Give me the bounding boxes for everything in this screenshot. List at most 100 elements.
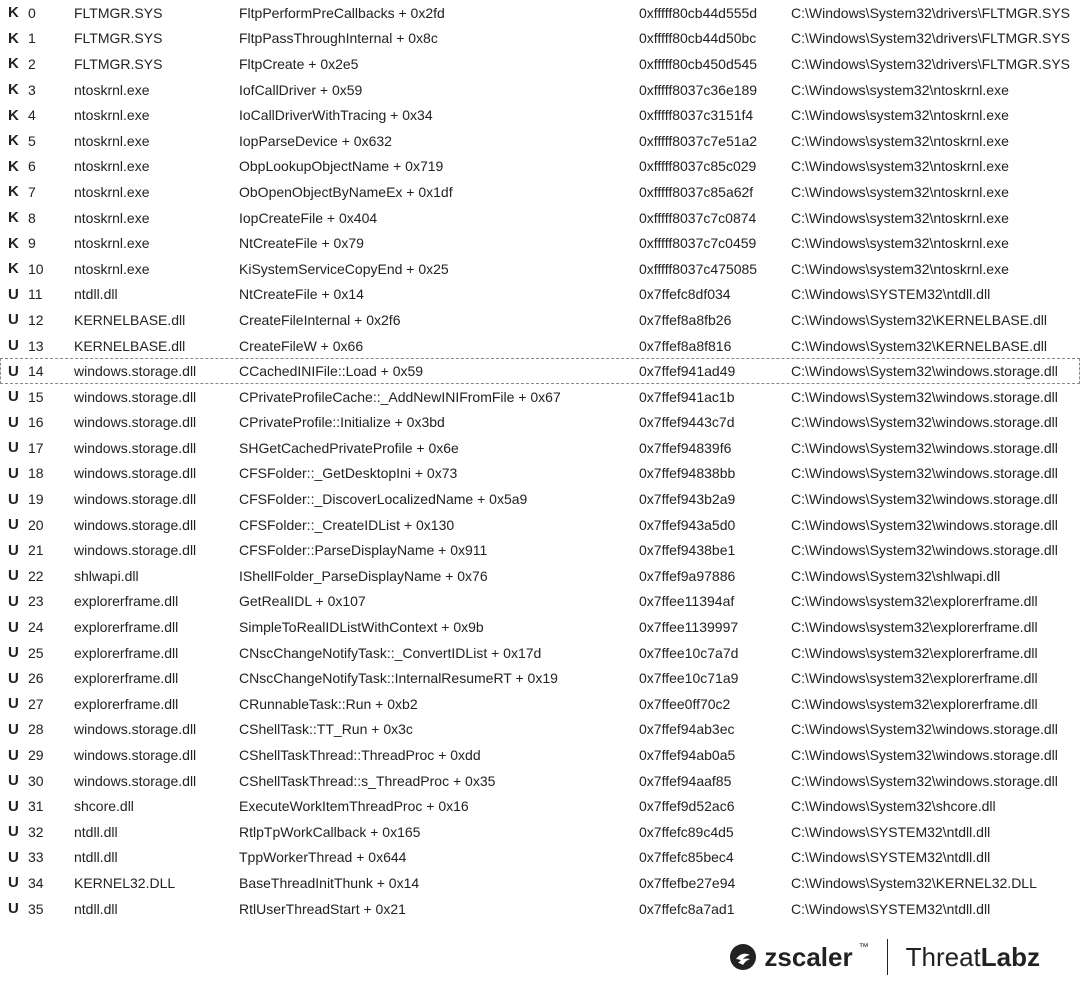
module-cell: explorerframe.dll	[74, 589, 239, 615]
module-cell: explorerframe.dll	[74, 665, 239, 691]
index-cell: 13	[28, 333, 74, 359]
stack-row[interactable]: U12KERNELBASE.dllCreateFileInternal + 0x…	[0, 307, 1080, 333]
module-cell: windows.storage.dll	[74, 717, 239, 743]
stack-row[interactable]: U35ntdll.dllRtlUserThreadStart + 0x210x7…	[0, 896, 1080, 922]
address-cell: 0xfffff8037c3151f4	[639, 102, 791, 128]
address-cell: 0xfffff8037c85c029	[639, 154, 791, 180]
stack-row[interactable]: K9ntoskrnl.exeNtCreateFile + 0x790xfffff…	[0, 230, 1080, 256]
module-cell: explorerframe.dll	[74, 640, 239, 666]
index-cell: 26	[28, 665, 74, 691]
stack-row[interactable]: U28windows.storage.dllCShellTask::TT_Run…	[0, 717, 1080, 743]
module-cell: ntoskrnl.exe	[74, 102, 239, 128]
mode-cell: U	[0, 665, 28, 691]
module-cell: windows.storage.dll	[74, 537, 239, 563]
index-cell: 25	[28, 640, 74, 666]
index-cell: 9	[28, 230, 74, 256]
path-cell: C:\Windows\System32\windows.storage.dll	[791, 537, 1080, 563]
index-cell: 5	[28, 128, 74, 154]
mode-cell: K	[0, 179, 28, 205]
function-cell: ExecuteWorkItemThreadProc + 0x16	[239, 793, 639, 819]
stack-row[interactable]: K10ntoskrnl.exeKiSystemServiceCopyEnd + …	[0, 256, 1080, 282]
mode-cell: K	[0, 230, 28, 256]
stack-row[interactable]: U26explorerframe.dllCNscChangeNotifyTask…	[0, 665, 1080, 691]
function-cell: CPrivateProfileCache::_AddNewINIFromFile…	[239, 384, 639, 410]
module-cell: ntoskrnl.exe	[74, 230, 239, 256]
stack-row[interactable]: U14windows.storage.dllCCachedINIFile::Lo…	[0, 358, 1080, 384]
module-cell: windows.storage.dll	[74, 435, 239, 461]
path-cell: C:\Windows\System32\KERNEL32.DLL	[791, 870, 1080, 896]
stack-row[interactable]: K3ntoskrnl.exeIofCallDriver + 0x590xffff…	[0, 77, 1080, 103]
module-cell: windows.storage.dll	[74, 742, 239, 768]
stack-row[interactable]: U25explorerframe.dllCNscChangeNotifyTask…	[0, 640, 1080, 666]
address-cell: 0x7ffef94aaf85	[639, 768, 791, 794]
stack-row[interactable]: U13KERNELBASE.dllCreateFileW + 0x660x7ff…	[0, 333, 1080, 359]
stack-row[interactable]: U16windows.storage.dllCPrivateProfile::I…	[0, 410, 1080, 436]
stack-row[interactable]: U31shcore.dllExecuteWorkItemThreadProc +…	[0, 793, 1080, 819]
stack-row[interactable]: U27explorerframe.dllCRunnableTask::Run +…	[0, 691, 1080, 717]
path-cell: C:\Windows\System32\windows.storage.dll	[791, 461, 1080, 487]
mode-cell: K	[0, 77, 28, 103]
mode-cell: U	[0, 461, 28, 487]
stack-row[interactable]: U18windows.storage.dllCFSFolder::_GetDes…	[0, 461, 1080, 487]
module-cell: KERNELBASE.dll	[74, 333, 239, 359]
index-cell: 35	[28, 896, 74, 922]
trademark: ™	[859, 942, 869, 953]
mode-cell: U	[0, 717, 28, 743]
stack-row[interactable]: K6ntoskrnl.exeObpLookupObjectName + 0x71…	[0, 154, 1080, 180]
address-cell: 0xfffff8037c36e189	[639, 77, 791, 103]
stack-row[interactable]: K0FLTMGR.SYSFltpPerformPreCallbacks + 0x…	[0, 0, 1080, 26]
module-cell: explorerframe.dll	[74, 691, 239, 717]
path-cell: C:\Windows\system32\ntoskrnl.exe	[791, 128, 1080, 154]
address-cell: 0x7ffef941ac1b	[639, 384, 791, 410]
stack-row[interactable]: U21windows.storage.dllCFSFolder::ParseDi…	[0, 537, 1080, 563]
stack-row[interactable]: U19windows.storage.dllCFSFolder::_Discov…	[0, 486, 1080, 512]
path-cell: C:\Windows\System32\windows.storage.dll	[791, 717, 1080, 743]
mode-cell: U	[0, 486, 28, 512]
stack-row[interactable]: U23explorerframe.dllGetRealIDL + 0x1070x…	[0, 589, 1080, 615]
path-cell: C:\Windows\System32\windows.storage.dll	[791, 512, 1080, 538]
mode-cell: U	[0, 384, 28, 410]
function-cell: CFSFolder::_DiscoverLocalizedName + 0x5a…	[239, 486, 639, 512]
mode-cell: K	[0, 256, 28, 282]
function-cell: BaseThreadInitThunk + 0x14	[239, 870, 639, 896]
address-cell: 0x7ffee10c71a9	[639, 665, 791, 691]
stack-row[interactable]: K5ntoskrnl.exeIopParseDevice + 0x6320xff…	[0, 128, 1080, 154]
path-cell: C:\Windows\SYSTEM32\ntdll.dll	[791, 819, 1080, 845]
stack-row[interactable]: U20windows.storage.dllCFSFolder::_Create…	[0, 512, 1080, 538]
stack-row[interactable]: U33ntdll.dllTppWorkerThread + 0x6440x7ff…	[0, 845, 1080, 871]
address-cell: 0xfffff8037c85a62f	[639, 179, 791, 205]
stack-row[interactable]: K7ntoskrnl.exeObOpenObjectByNameEx + 0x1…	[0, 179, 1080, 205]
stack-row[interactable]: U17windows.storage.dllSHGetCachedPrivate…	[0, 435, 1080, 461]
module-cell: ntdll.dll	[74, 819, 239, 845]
stack-row[interactable]: U22shlwapi.dllIShellFolder_ParseDisplayN…	[0, 563, 1080, 589]
module-cell: ntdll.dll	[74, 845, 239, 871]
index-cell: 15	[28, 384, 74, 410]
stack-row[interactable]: U11ntdll.dllNtCreateFile + 0x140x7ffefc8…	[0, 282, 1080, 308]
stack-row[interactable]: U29windows.storage.dllCShellTaskThread::…	[0, 742, 1080, 768]
function-cell: IShellFolder_ParseDisplayName + 0x76	[239, 563, 639, 589]
stack-row[interactable]: U34KERNEL32.DLLBaseThreadInitThunk + 0x1…	[0, 870, 1080, 896]
footer: zscaler ™ ThreatLabz	[0, 921, 1080, 993]
mode-cell: U	[0, 563, 28, 589]
stack-row[interactable]: K4ntoskrnl.exeIoCallDriverWithTracing + …	[0, 102, 1080, 128]
function-cell: CShellTaskThread::ThreadProc + 0xdd	[239, 742, 639, 768]
stack-row[interactable]: K1FLTMGR.SYSFltpPassThroughInternal + 0x…	[0, 26, 1080, 52]
function-cell: CNscChangeNotifyTask::_ConvertIDList + 0…	[239, 640, 639, 666]
stack-row[interactable]: K2FLTMGR.SYSFltpCreate + 0x2e50xfffff80c…	[0, 51, 1080, 77]
stack-row[interactable]: U30windows.storage.dllCShellTaskThread::…	[0, 768, 1080, 794]
stack-row[interactable]: U32ntdll.dllRtlpTpWorkCallback + 0x1650x…	[0, 819, 1080, 845]
index-cell: 20	[28, 512, 74, 538]
mode-cell: U	[0, 896, 28, 922]
path-cell: C:\Windows\system32\ntoskrnl.exe	[791, 230, 1080, 256]
stack-trace-table: K0FLTMGR.SYSFltpPerformPreCallbacks + 0x…	[0, 0, 1080, 921]
mode-cell: U	[0, 410, 28, 436]
path-cell: C:\Windows\system32\explorerframe.dll	[791, 640, 1080, 666]
module-cell: windows.storage.dll	[74, 768, 239, 794]
module-cell: ntoskrnl.exe	[74, 179, 239, 205]
path-cell: C:\Windows\system32\ntoskrnl.exe	[791, 205, 1080, 231]
stack-row[interactable]: U15windows.storage.dllCPrivateProfileCac…	[0, 384, 1080, 410]
index-cell: 34	[28, 870, 74, 896]
stack-row[interactable]: K8ntoskrnl.exeIopCreateFile + 0x4040xfff…	[0, 205, 1080, 231]
stack-row[interactable]: U24explorerframe.dllSimpleToRealIDListWi…	[0, 614, 1080, 640]
address-cell: 0x7ffefc89c4d5	[639, 819, 791, 845]
